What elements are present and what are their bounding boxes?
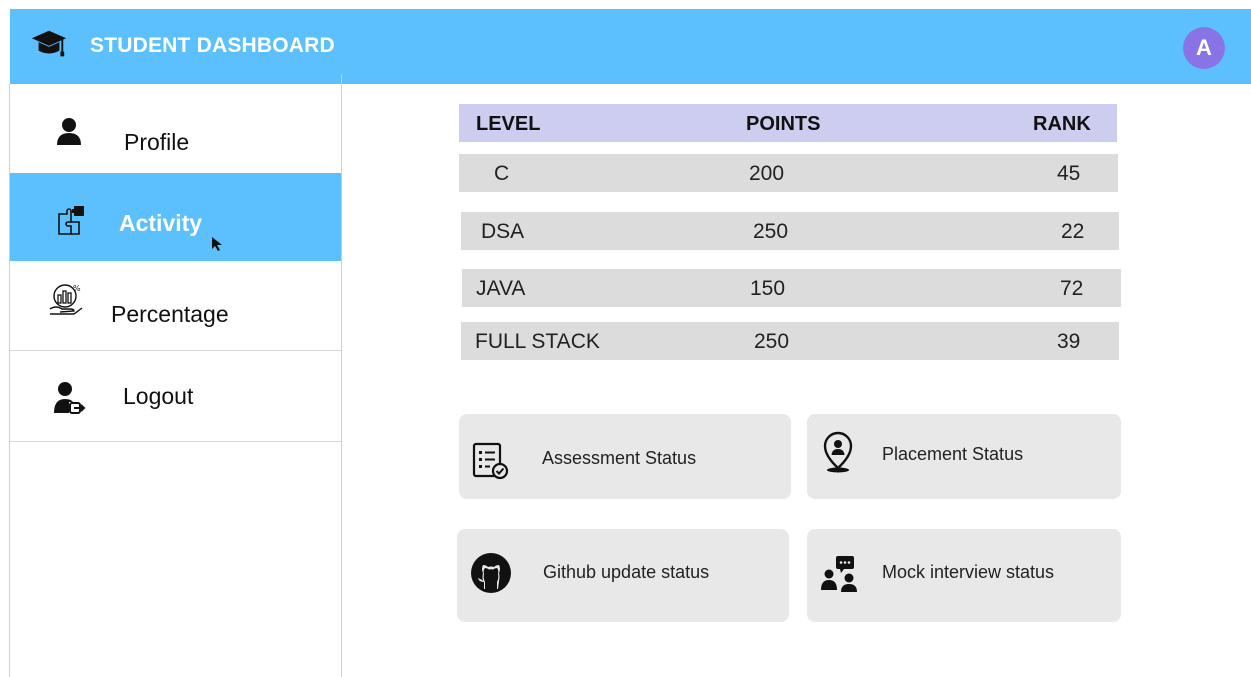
cell-level: C [494,162,510,185]
table-row: C 200 45 [459,154,1118,192]
location-person-icon [823,431,853,473]
puzzle-icon [58,206,84,235]
sidebar-item-label: Logout [123,383,194,409]
table-row: FULL STACK 250 39 [461,322,1119,360]
card-label: Github update status [543,562,710,582]
assessment-status-card[interactable]: Assessment Status [459,414,791,499]
sidebar-item-label: Activity [119,210,203,236]
avatar[interactable]: A [1183,27,1225,69]
checklist-icon [472,442,509,480]
app-title: STUDENT DASHBOARD [90,34,335,57]
user-icon [57,118,81,145]
card-label: Mock interview status [882,562,1055,582]
cell-rank: 72 [1060,277,1084,300]
sidebar-item-label: Percentage [111,301,229,327]
sidebar-item-percentage[interactable]: % Percentage [10,261,341,351]
card-label: Placement Status [882,444,1024,464]
cell-points: 200 [749,162,785,185]
cell-level: FULL STACK [475,330,600,353]
table-row: DSA 250 22 [461,212,1119,250]
mouse-cursor-icon [212,237,222,251]
graduation-cap-icon [31,30,67,57]
cell-level: DSA [481,220,525,243]
interview-chat-icon [821,556,857,592]
sidebar-item-logout[interactable]: Logout [10,351,341,442]
chart-hand-icon: % [49,284,83,315]
cell-points: 250 [754,330,790,353]
table-row: JAVA 150 72 [462,269,1121,307]
column-header-level: LEVEL [476,113,541,135]
sidebar-divider [341,74,342,677]
cell-points: 250 [753,220,789,243]
placement-status-card[interactable]: Placement Status [807,414,1121,499]
github-update-status-card[interactable]: Github update status [457,529,789,622]
cell-rank: 22 [1061,220,1085,243]
github-icon [471,553,511,593]
cell-points: 150 [750,277,786,300]
cell-level: JAVA [476,277,526,300]
cell-rank: 39 [1057,330,1081,353]
column-header-points: POINTS [746,113,821,135]
top-bar: STUDENT DASHBOARD A [10,9,1251,84]
sidebar-item-activity[interactable]: Activity [10,173,341,261]
cell-rank: 45 [1057,162,1081,185]
sidebar-item-label: Profile [124,129,190,155]
card-label: Assessment Status [542,448,697,468]
table-header: LEVEL POINTS RANK [459,104,1117,142]
svg-text:%: % [73,284,81,293]
mock-interview-status-card[interactable]: Mock interview status [807,529,1121,622]
sidebar-item-profile[interactable]: Profile [10,84,341,173]
user-logout-icon [54,382,86,414]
column-header-rank: RANK [1033,113,1091,135]
